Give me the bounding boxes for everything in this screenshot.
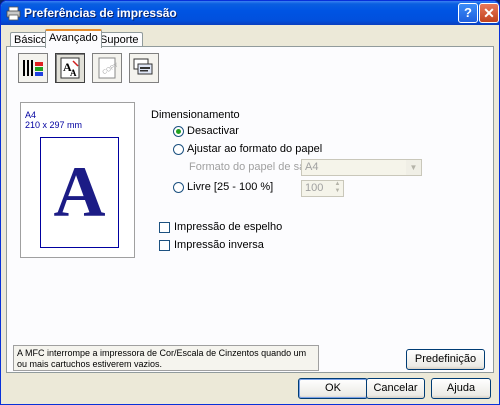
device-options-icon: [133, 58, 153, 75]
ok-button[interactable]: OK: [298, 378, 368, 399]
scaling-button[interactable]: A A: [55, 53, 85, 83]
color-quality-button[interactable]: [18, 53, 48, 83]
radio-fit-to-paper[interactable]: [173, 144, 184, 155]
scaling-icon: A A: [60, 57, 80, 79]
watermark-button[interactable]: COPY: [92, 53, 122, 83]
free-percent-spinner[interactable]: 100 ▲ ▼: [301, 180, 344, 197]
print-preferences-window: Preferências de impressão ? ✕ Básico Ava…: [0, 0, 500, 405]
radio-off[interactable]: [173, 126, 184, 137]
preview-page: A: [40, 137, 119, 248]
radio-free[interactable]: [173, 182, 184, 193]
status-message: A MFC interrompe a impressora de Cor/Esc…: [13, 345, 319, 371]
svg-text:A: A: [70, 68, 77, 78]
tab-avancado[interactable]: Avançado: [45, 29, 102, 48]
preview-paper: A4: [25, 110, 37, 120]
reverse-print-checkbox[interactable]: [159, 240, 170, 251]
color-quality-icon: [23, 60, 43, 76]
title-bar[interactable]: Preferências de impressão ? ✕: [1, 1, 499, 25]
scaling-group-label: Dimensionamento: [151, 109, 240, 121]
preview-letter: A: [53, 152, 106, 232]
mirror-print-label[interactable]: Impressão de espelho: [174, 221, 282, 233]
help-title-button[interactable]: ?: [458, 3, 478, 23]
output-paper-value: A4: [305, 161, 319, 173]
chevron-down-icon[interactable]: ▼: [406, 160, 421, 175]
watermark-icon: COPY: [98, 57, 120, 79]
radio-off-label[interactable]: Desactivar: [187, 125, 239, 137]
printer-icon: [6, 6, 21, 21]
device-options-button[interactable]: [129, 53, 159, 83]
window-title: Preferências de impressão: [24, 6, 177, 20]
output-paper-select[interactable]: A4 ▼: [301, 159, 422, 176]
radio-fit-label[interactable]: Ajustar ao formato do papel: [187, 143, 322, 155]
spinner-arrows-icon[interactable]: ▲ ▼: [332, 181, 343, 196]
close-button[interactable]: ✕: [479, 3, 499, 23]
free-percent-value: 100: [305, 182, 324, 194]
preview-size: 210 x 297 mm: [25, 120, 83, 130]
radio-free-label[interactable]: Livre [25 - 100 %]: [187, 181, 273, 193]
default-button[interactable]: Predefinição: [406, 349, 485, 370]
cancel-button[interactable]: Cancelar: [366, 378, 425, 399]
reverse-print-label[interactable]: Impressão inversa: [174, 239, 264, 251]
mirror-print-checkbox[interactable]: [159, 222, 170, 233]
tab-suporte[interactable]: Suporte: [96, 32, 143, 47]
help-button[interactable]: Ajuda: [431, 378, 491, 399]
